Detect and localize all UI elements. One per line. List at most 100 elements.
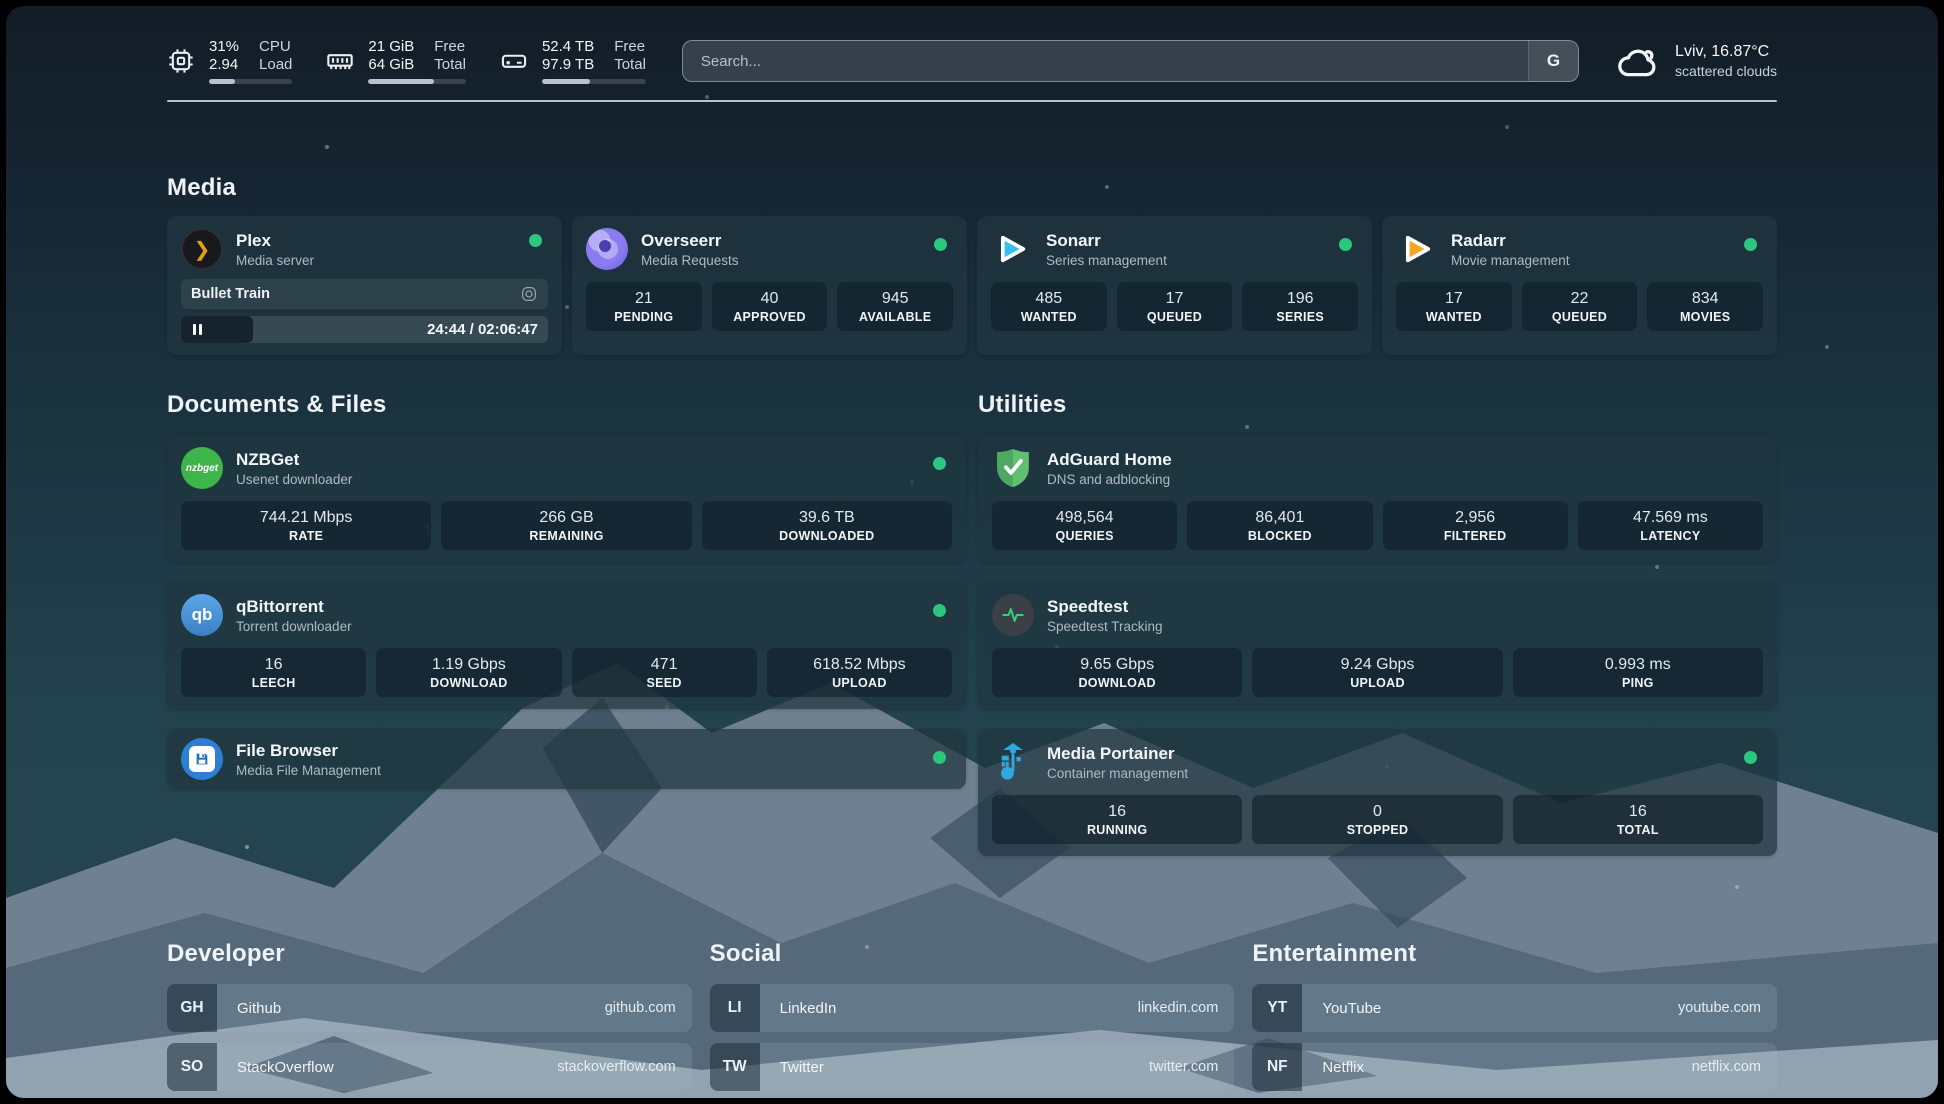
- cloud-icon: [1615, 41, 1661, 81]
- sonarr-icon: [991, 228, 1033, 270]
- stat-running: 16 RUNNING: [992, 795, 1242, 844]
- app-desc: DNS and adblocking: [1047, 472, 1172, 487]
- bookmark-github[interactable]: GH Github github.com: [167, 984, 692, 1032]
- stat-downloaded: 39.6 TB DOWNLOADED: [702, 501, 952, 550]
- app-name: NZBGet: [236, 450, 352, 470]
- stat-ping: 0.993 ms PING: [1513, 648, 1763, 697]
- app-card-sonarr[interactable]: Sonarr Series management 485 WANTED 17 Q…: [977, 216, 1372, 355]
- utilities-column: Utilities AdGuard Home DNS and adblockin…: [978, 391, 1777, 876]
- snow-particles: [6, 6, 8, 8]
- app-name: qBittorrent: [236, 597, 352, 617]
- bookmark-stackoverflow[interactable]: SO StackOverflow stackoverflow.com: [167, 1043, 692, 1091]
- bookmark-url: linkedin.com: [1138, 1000, 1219, 1016]
- app-desc: Speedtest Tracking: [1047, 619, 1163, 634]
- disk-total-value: 97.9 TB: [542, 56, 594, 73]
- app-name: Media Portainer: [1047, 744, 1188, 764]
- media-cards-row: ❯ Plex Media server Bullet Train 24:44 /…: [167, 216, 1777, 355]
- app-desc: Media server: [236, 253, 314, 268]
- status-dot: [933, 457, 946, 470]
- bookmark-url: twitter.com: [1149, 1059, 1218, 1075]
- stat-movies: 834 MOVIES: [1647, 282, 1763, 331]
- bookmark-linkedin[interactable]: LI LinkedIn linkedin.com: [710, 984, 1235, 1032]
- bookmark-abbr: TW: [710, 1043, 760, 1091]
- app-card-speedtest[interactable]: Speedtest Speedtest Tracking 9.65 Gbps D…: [978, 582, 1777, 709]
- section-title-documents: Documents & Files: [167, 391, 966, 419]
- search-engine-button[interactable]: G: [1528, 41, 1578, 81]
- qbittorrent-icon: qb: [181, 594, 223, 636]
- bookmark-name: Twitter: [780, 1059, 824, 1076]
- app-card-qbittorrent[interactable]: qb qBittorrent Torrent downloader 16 LEE…: [167, 582, 966, 709]
- playback-progress-bar[interactable]: 24:44 / 02:06:47: [181, 316, 548, 343]
- app-card-filebrowser[interactable]: File Browser Media File Management: [167, 729, 966, 789]
- stat-download: 9.65 Gbps DOWNLOAD: [992, 648, 1242, 697]
- stat-stopped: 0 STOPPED: [1252, 795, 1502, 844]
- section-title-media: Media: [167, 174, 1777, 202]
- portainer-icon: [992, 741, 1034, 783]
- app-desc: Container management: [1047, 766, 1188, 781]
- weather-widget[interactable]: Lviv, 16.87°C scattered clouds: [1615, 41, 1777, 81]
- disk-label-top: Free: [614, 38, 646, 55]
- stat-download: 1.19 Gbps DOWNLOAD: [376, 648, 561, 697]
- app-card-overseerr[interactable]: Overseerr Media Requests 21 PENDING 40 A…: [572, 216, 967, 355]
- stat-rate: 744.21 Mbps RATE: [181, 501, 431, 550]
- app-card-adguard[interactable]: AdGuard Home DNS and adblocking 498,564 …: [978, 435, 1777, 562]
- section-title-developer: Developer: [167, 940, 692, 968]
- app-name: Speedtest: [1047, 597, 1163, 617]
- bookmarks-developer: Developer GH Github github.com SO StackO…: [167, 940, 692, 1098]
- bookmark-abbr: NF: [1252, 1043, 1302, 1091]
- app-name: Sonarr: [1046, 231, 1167, 251]
- radarr-icon: [1396, 228, 1438, 270]
- memory-label-bottom: Total: [434, 56, 466, 73]
- search-bar: G: [682, 40, 1579, 82]
- section-title-entertainment: Entertainment: [1252, 940, 1777, 968]
- bookmark-abbr: YT: [1252, 984, 1302, 1032]
- stat-approved: 40 APPROVED: [712, 282, 828, 331]
- disk-free-value: 52.4 TB: [542, 38, 594, 55]
- pause-icon: [193, 324, 196, 335]
- bookmark-url: stackoverflow.com: [557, 1059, 675, 1075]
- stat-pending: 21 PENDING: [586, 282, 702, 331]
- stat-total: 16 TOTAL: [1513, 795, 1763, 844]
- stat-latency: 47.569 ms LATENCY: [1578, 501, 1763, 550]
- playback-time: 24:44 / 02:06:47: [427, 316, 538, 343]
- app-name: Plex: [236, 231, 314, 251]
- app-card-portainer[interactable]: Media Portainer Container management 16 …: [978, 729, 1777, 856]
- cpu-load-value: 2.94: [209, 56, 239, 73]
- app-desc: Series management: [1046, 253, 1167, 268]
- stat-wanted: 17 WANTED: [1396, 282, 1512, 331]
- bookmark-abbr: SO: [167, 1043, 217, 1091]
- app-desc: Torrent downloader: [236, 619, 352, 634]
- disk-progress-bar: [542, 79, 646, 84]
- app-card-nzbget[interactable]: nzbget NZBGet Usenet downloader 744.21 M…: [167, 435, 966, 562]
- app-card-plex[interactable]: ❯ Plex Media server Bullet Train 24:44 /…: [167, 216, 562, 355]
- disk-widget: 52.4 TB Free 97.9 TB Total: [500, 38, 646, 84]
- stat-available: 945 AVAILABLE: [837, 282, 953, 331]
- app-name: AdGuard Home: [1047, 450, 1172, 470]
- now-playing-title: Bullet Train: [191, 286, 270, 302]
- weather-location-temp: Lviv, 16.87°C: [1675, 43, 1777, 61]
- stat-remaining: 266 GB REMAINING: [441, 501, 691, 550]
- stat-queued: 17 QUEUED: [1117, 282, 1233, 331]
- disk-icon: [500, 47, 528, 75]
- memory-free-value: 21 GiB: [368, 38, 414, 55]
- stat-filtered: 2,956 FILTERED: [1383, 501, 1568, 550]
- search-input[interactable]: [683, 41, 1528, 81]
- system-stats: 31% CPU 2.94 Load 21 GiB Free: [167, 38, 646, 84]
- app-card-radarr[interactable]: Radarr Movie management 17 WANTED 22 QUE…: [1382, 216, 1777, 355]
- plex-icon: ❯: [181, 228, 223, 270]
- memory-label-top: Free: [434, 38, 466, 55]
- app-desc: Movie management: [1451, 253, 1570, 268]
- nzbget-icon: nzbget: [181, 447, 223, 489]
- bookmark-abbr: LI: [710, 984, 760, 1032]
- stat-series: 196 SERIES: [1242, 282, 1358, 331]
- bookmark-youtube[interactable]: YT YouTube youtube.com: [1252, 984, 1777, 1032]
- stat-leech: 16 LEECH: [181, 648, 366, 697]
- speedtest-icon: [992, 594, 1034, 636]
- bookmark-netflix[interactable]: NF Netflix netflix.com: [1252, 1043, 1777, 1091]
- stat-upload: 618.52 Mbps UPLOAD: [767, 648, 952, 697]
- stat-upload: 9.24 Gbps UPLOAD: [1252, 648, 1502, 697]
- bookmark-twitter[interactable]: TW Twitter twitter.com: [710, 1043, 1235, 1091]
- header-divider: [167, 100, 1777, 102]
- stat-blocked: 86,401 BLOCKED: [1187, 501, 1372, 550]
- overseerr-icon: [586, 228, 628, 270]
